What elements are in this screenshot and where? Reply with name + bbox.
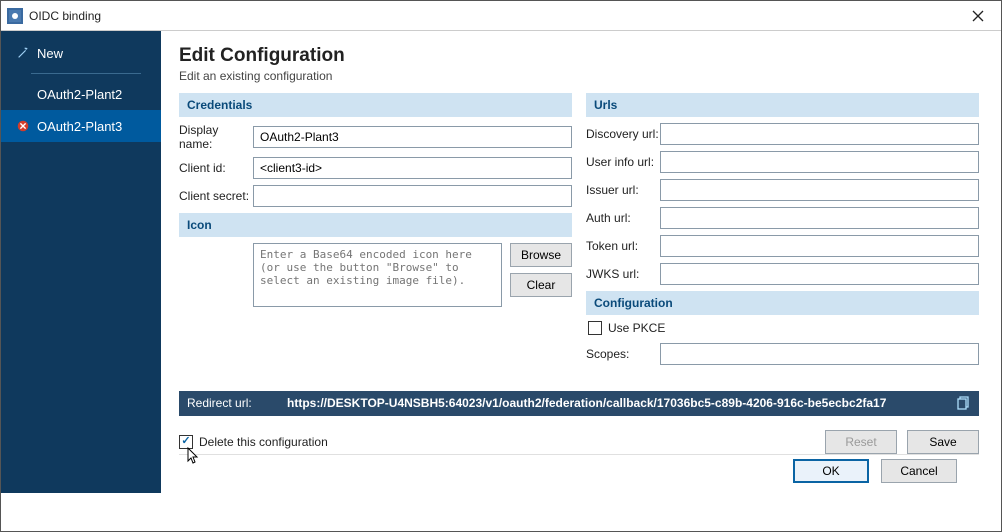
label-display-name: Display name:	[179, 123, 253, 151]
sidebar: New OAuth2-Plant2 OAuth2-Plant3	[1, 31, 161, 493]
delete-config-checkbox[interactable]	[179, 435, 193, 449]
error-icon	[15, 118, 31, 134]
browse-button[interactable]: Browse	[510, 243, 572, 267]
redirect-url-value: https://DESKTOP-U4NSBH5:64023/v1/oauth2/…	[287, 396, 947, 410]
delete-config-label: Delete this configuration	[199, 435, 328, 449]
section-configuration: Configuration	[586, 291, 979, 315]
save-button[interactable]: Save	[907, 430, 979, 454]
cancel-button[interactable]: Cancel	[881, 459, 957, 483]
use-pkce-checkbox[interactable]	[588, 321, 602, 335]
jwks-url-input[interactable]	[660, 263, 979, 285]
sidebar-new[interactable]: New	[1, 37, 161, 69]
window-title: OIDC binding	[29, 9, 101, 23]
page-title: Edit Configuration	[179, 45, 979, 67]
issuer-url-input[interactable]	[660, 179, 979, 201]
reset-button[interactable]: Reset	[825, 430, 897, 454]
ok-button[interactable]: OK	[793, 459, 869, 483]
scopes-input[interactable]	[660, 343, 979, 365]
sidebar-item-label: OAuth2-Plant2	[37, 87, 122, 102]
sidebar-item-label: OAuth2-Plant3	[37, 119, 122, 134]
auth-url-input[interactable]	[660, 207, 979, 229]
section-urls: Urls	[586, 93, 979, 117]
app-icon	[7, 8, 23, 24]
client-secret-input[interactable]	[253, 185, 572, 207]
display-name-input[interactable]	[253, 126, 572, 148]
label-token-url: Token url:	[586, 239, 660, 253]
redirect-bar: Redirect url: https://DESKTOP-U4NSBH5:64…	[179, 391, 979, 416]
wand-icon	[15, 45, 31, 61]
close-button[interactable]	[955, 1, 1001, 31]
label-issuer-url: Issuer url:	[586, 183, 660, 197]
page-subtitle: Edit an existing configuration	[179, 69, 979, 83]
label-client-id: Client id:	[179, 161, 253, 175]
blank-status-icon	[15, 86, 31, 102]
section-credentials: Credentials	[179, 93, 572, 117]
use-pkce-label: Use PKCE	[608, 321, 665, 335]
icon-textarea[interactable]	[253, 243, 502, 307]
copy-icon[interactable]	[953, 394, 971, 412]
sidebar-item-plant2[interactable]: OAuth2-Plant2	[1, 78, 161, 110]
redirect-label: Redirect url:	[187, 396, 287, 410]
label-jwks-url: JWKS url:	[586, 267, 660, 281]
sidebar-new-label: New	[37, 46, 63, 61]
token-url-input[interactable]	[660, 235, 979, 257]
label-userinfo-url: User info url:	[586, 155, 660, 169]
clear-button[interactable]: Clear	[510, 273, 572, 297]
label-auth-url: Auth url:	[586, 211, 660, 225]
discovery-url-input[interactable]	[660, 123, 979, 145]
userinfo-url-input[interactable]	[660, 151, 979, 173]
label-scopes: Scopes:	[586, 347, 660, 361]
sidebar-item-plant3[interactable]: OAuth2-Plant3	[1, 110, 161, 142]
client-id-input[interactable]	[253, 157, 572, 179]
label-client-secret: Client secret:	[179, 189, 253, 203]
section-icon: Icon	[179, 213, 572, 237]
label-discovery-url: Discovery url:	[586, 127, 660, 141]
